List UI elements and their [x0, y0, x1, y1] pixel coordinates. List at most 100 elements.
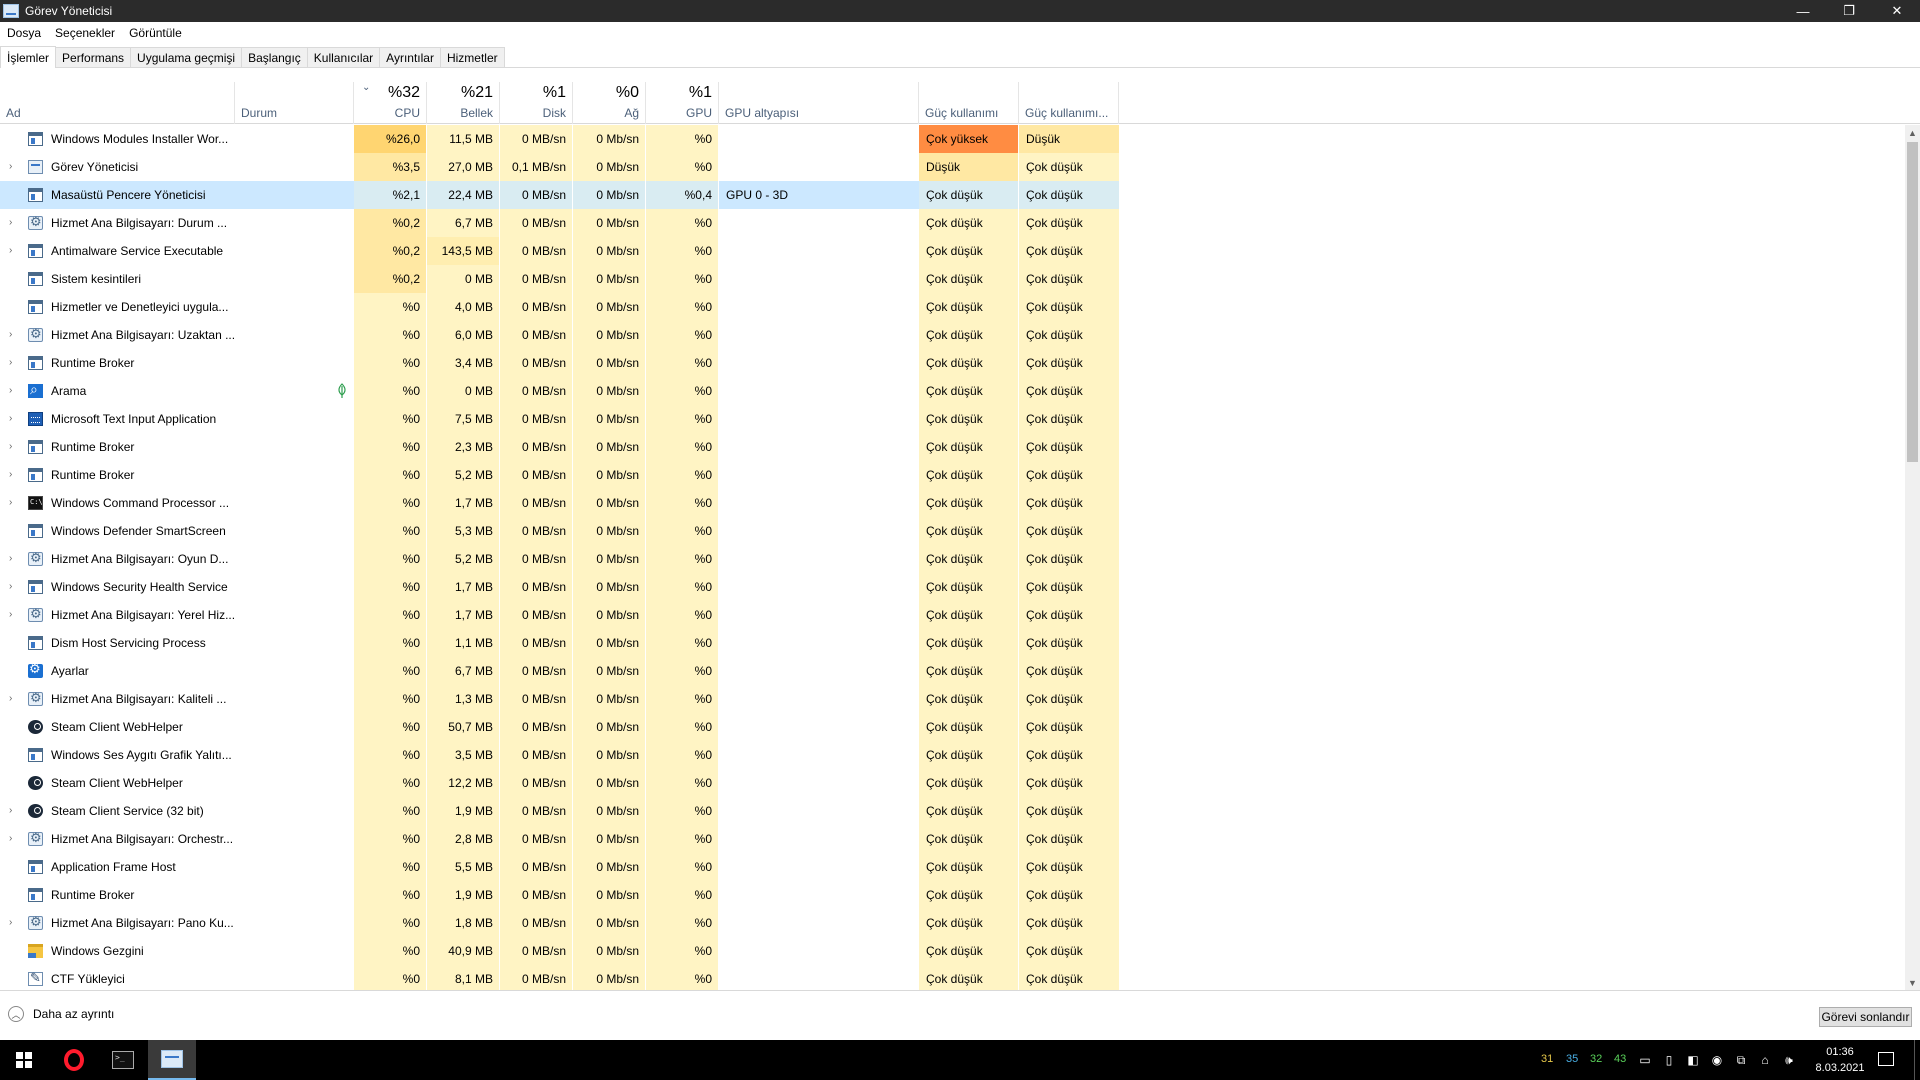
gpu-engine-cell: [719, 489, 919, 517]
table-row[interactable]: ›Windows Command Processor ...%01,7 MB0 …: [0, 489, 1905, 517]
table-row[interactable]: ›Hizmet Ana Bilgisayarı: Oyun D...%05,2 …: [0, 545, 1905, 573]
expand-chevron-icon[interactable]: ›: [9, 357, 12, 368]
minimize-button[interactable]: —: [1780, 0, 1826, 22]
table-row[interactable]: Windows Gezgini %0 40,9 MB 0 MB/sn 0 Mb/sn %0…: [0, 937, 1905, 965]
table-row[interactable]: › Runtime Broker %0 5,2 MB 0 MB/sn 0 Mb/sn %0 Ç…: [0, 461, 1905, 489]
start-button[interactable]: [0, 1040, 48, 1080]
column-memory[interactable]: %21 Bellek: [427, 82, 500, 124]
table-row[interactable]: Steam Client WebHelper %0 50,7 MB 0 MB/sn 0 …: [0, 713, 1905, 741]
tab-details[interactable]: Ayrıntılar: [379, 47, 441, 67]
expand-chevron-icon[interactable]: ›: [9, 805, 12, 816]
screen-capture-icon[interactable]: ⧉: [1733, 1052, 1749, 1068]
table-row[interactable]: Sistem kesintileri %0,2 0 MB 0 MB/sn 0 Mb/sn…: [0, 265, 1905, 293]
expand-chevron-icon[interactable]: ›: [9, 469, 12, 480]
gpu-engine-cell: [719, 377, 919, 405]
gpu-cell: %0: [646, 685, 719, 713]
expand-chevron-icon[interactable]: ›: [9, 441, 12, 452]
expand-chevron-icon[interactable]: ›: [9, 413, 12, 424]
column-gpu-engine[interactable]: GPU altyapısı: [719, 82, 919, 124]
expand-chevron-icon[interactable]: ›: [9, 497, 12, 508]
tab-performance[interactable]: Performans: [55, 47, 132, 67]
restore-button[interactable]: ❐: [1826, 0, 1872, 22]
column-gpu[interactable]: %1 GPU: [646, 82, 719, 124]
table-row[interactable]: › Windows Security Health Service %0 1,7 MB…: [0, 573, 1905, 601]
taskbar-task-manager[interactable]: [148, 1040, 196, 1080]
table-row[interactable]: › Steam Client Service (32 bit) %0 1,9 MB 0 …: [0, 797, 1905, 825]
table-row[interactable]: Windows Ses Aygıtı Grafik Yalıtı... %0 3,5…: [0, 741, 1905, 769]
taskbar-opera[interactable]: [50, 1040, 98, 1080]
usb-drive-icon[interactable]: ▯: [1661, 1052, 1677, 1068]
expand-chevron-icon[interactable]: ›: [9, 693, 12, 704]
expand-chevron-icon[interactable]: ›: [9, 329, 12, 340]
nvidia-icon[interactable]: ◧: [1685, 1052, 1701, 1068]
table-row[interactable]: › Hizmet Ana Bilgisayarı: Durum ... %0,26,…: [0, 209, 1905, 237]
tab-processes[interactable]: İşlemler: [0, 46, 57, 68]
vertical-scrollbar[interactable]: ▲ ▼: [1905, 125, 1920, 990]
expand-chevron-icon[interactable]: ›: [9, 609, 12, 620]
column-status[interactable]: Durum: [235, 82, 354, 124]
column-cpu[interactable]: ⌄ %32 CPU: [354, 82, 427, 124]
table-row[interactable]: Dism Host Servicing Process %0 1,1 MB 0 MB/…: [0, 629, 1905, 657]
table-row[interactable]: ›Hizmet Ana Bilgisayarı: Uzaktan ...%06,…: [0, 321, 1905, 349]
menu-options[interactable]: Seçenekler: [48, 26, 122, 40]
column-power-usage-trend[interactable]: Güç kullanımı...: [1019, 82, 1119, 124]
close-button[interactable]: ✕: [1874, 0, 1920, 22]
steam-tray-icon[interactable]: ◉: [1709, 1052, 1725, 1068]
status-cell: [235, 405, 354, 433]
end-task-button[interactable]: Görevi sonlandır: [1819, 1007, 1912, 1027]
table-row[interactable]: Hizmetler ve Denetleyici uygula... %0 4,0 …: [0, 293, 1905, 321]
tab-users[interactable]: Kullanıcılar: [306, 47, 381, 67]
scroll-up-icon[interactable]: ▲: [1905, 125, 1920, 140]
table-row[interactable]: ›Hizmet Ana Bilgisayarı: Orchestr...%02,…: [0, 825, 1905, 853]
table-row[interactable]: › Runtime Broker %0 3,4 MB 0 MB/sn 0 Mb/sn %0 Ç…: [0, 349, 1905, 377]
table-row[interactable]: › Microsoft Text Input Application %0 7,5 M…: [0, 405, 1905, 433]
column-disk[interactable]: %1 Disk: [500, 82, 573, 124]
column-network[interactable]: %0 Ağ: [573, 82, 646, 124]
table-row[interactable]: Runtime Broker %0 1,9 MB 0 MB/sn 0 Mb/sn %0 Ço…: [0, 881, 1905, 909]
network-cell: 0 Mb/sn: [573, 937, 646, 965]
power-usage-trend-cell: Çok düşük: [1019, 713, 1119, 741]
table-row[interactable]: CTF Yükleyici%08,1 MB0 MB/sn0 Mb/sn%0Çok…: [0, 965, 1905, 990]
table-row[interactable]: Application Frame Host %0 5,5 MB 0 MB/sn 0 M…: [0, 853, 1905, 881]
process-name-cell: › Hizmet Ana Bilgisayarı: Uzaktan ...: [0, 321, 235, 349]
table-row[interactable]: ›Hizmet Ana Bilgisayarı: Kaliteli ...%01…: [0, 685, 1905, 713]
table-row[interactable]: Steam Client WebHelper %0 12,2 MB 0 MB/sn 0 …: [0, 769, 1905, 797]
table-row[interactable]: › Görev Yöneticisi %3,5 27,0 MB 0,1 MB/sn 0 M…: [0, 153, 1905, 181]
scroll-down-icon[interactable]: ▼: [1905, 975, 1920, 990]
table-row[interactable]: ›Hizmet Ana Bilgisayarı: Yerel Hiz...%01…: [0, 601, 1905, 629]
table-row[interactable]: ›Hizmet Ana Bilgisayarı: Pano Ku...%01,8…: [0, 909, 1905, 937]
expand-chevron-icon[interactable]: ›: [9, 833, 12, 844]
menu-view[interactable]: Görüntüle: [122, 26, 189, 40]
notification-center-icon[interactable]: [1878, 1052, 1894, 1066]
fewer-details-button[interactable]: ︿ Daha az ayrıntı: [8, 1006, 114, 1022]
expand-chevron-icon[interactable]: ›: [9, 245, 12, 256]
fewer-details-label: Daha az ayrıntı: [33, 1007, 115, 1021]
network-icon[interactable]: ⌂: [1757, 1052, 1773, 1068]
table-row[interactable]: Windows Modules Installer Wor... %26,0 11,…: [0, 125, 1905, 153]
table-row[interactable]: Masaüstü Pencere Yöneticisi %2,1 22,4 MB 0 …: [0, 181, 1905, 209]
expand-chevron-icon[interactable]: ›: [9, 217, 12, 228]
expand-chevron-icon[interactable]: ›: [9, 385, 12, 396]
table-row[interactable]: Ayarlar%06,7 MB0 MB/sn0 Mb/sn%0Çok düşük…: [0, 657, 1905, 685]
tab-services[interactable]: Hizmetler: [439, 47, 505, 67]
table-row[interactable]: › Antimalware Service Executable %0,2 143,5…: [0, 237, 1905, 265]
table-row[interactable]: ›Arama%00 MB0 MB/sn0 Mb/sn%0Çok düşükÇok…: [0, 377, 1905, 405]
scrollbar-thumb[interactable]: [1907, 142, 1918, 462]
expand-chevron-icon[interactable]: ›: [9, 581, 12, 592]
taskbar-terminal[interactable]: [99, 1040, 147, 1080]
expand-chevron-icon[interactable]: ›: [9, 553, 12, 564]
volume-icon[interactable]: 🕪: [1781, 1052, 1797, 1068]
show-desktop-button[interactable]: [1914, 1040, 1920, 1080]
menu-file[interactable]: Dosya: [0, 26, 48, 40]
tray-temp-3: 32: [1590, 1053, 1603, 1065]
table-row[interactable]: Windows Defender SmartScreen %0 5,3 MB 0 MB…: [0, 517, 1905, 545]
column-power-usage[interactable]: Güç kullanımı: [919, 82, 1019, 124]
column-name[interactable]: Ad: [0, 82, 235, 124]
expand-chevron-icon[interactable]: ›: [9, 161, 12, 172]
monitor-icon[interactable]: ▭: [1637, 1052, 1653, 1068]
expand-chevron-icon[interactable]: ›: [9, 917, 12, 928]
system-clock[interactable]: 01:36 8.03.2021: [1812, 1044, 1868, 1076]
tab-app-history[interactable]: Uygulama geçmişi: [130, 47, 243, 67]
table-row[interactable]: › Runtime Broker %0 2,3 MB 0 MB/sn 0 Mb/sn %0 Ç…: [0, 433, 1905, 461]
tab-startup[interactable]: Başlangıç: [241, 47, 308, 67]
